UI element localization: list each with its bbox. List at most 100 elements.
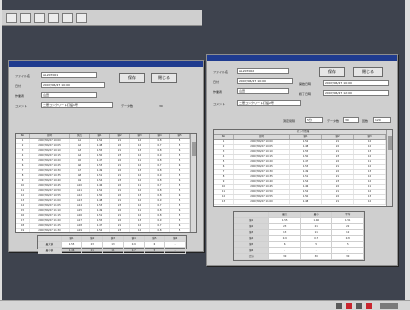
table-cell: 2007/06/27 10:50: [234, 190, 290, 194]
grid-header-cell[interactable]: 値1: [90, 134, 110, 138]
table-cell: A14: [70, 204, 90, 208]
table-cell: 13: [16, 199, 30, 203]
table-cell: 5: [170, 144, 190, 148]
table-cell: 17: [16, 219, 30, 223]
table-cell: 3: [16, 149, 30, 153]
new-icon[interactable]: [6, 13, 17, 23]
left-comment-label: コメント: [15, 104, 28, 108]
table-cell: 11: [354, 160, 386, 164]
taskbar: [0, 300, 410, 310]
summary-cell: 23: [82, 242, 104, 247]
left-window-titlebar[interactable]: [9, 61, 203, 67]
left-save-button[interactable]: 保存: [119, 73, 145, 83]
right-interval-field[interactable]: 5分: [305, 117, 323, 123]
summary-cell: 値4: [234, 236, 270, 241]
right-operator-field[interactable]: 山田: [237, 88, 289, 94]
table-cell: 5: [170, 214, 190, 218]
right-date-field[interactable]: 2007/06/27 10:00: [237, 78, 293, 84]
summary-header-cell: [234, 212, 270, 217]
table-cell: 2007/06/27 10:45: [234, 185, 290, 189]
grid-header-cell[interactable]: 値1: [290, 135, 322, 139]
left-operator-field[interactable]: 山田: [41, 92, 97, 98]
table-row[interactable]: 13 2007/06/27 11:00 1.48 21 12: [214, 200, 392, 205]
help-icon[interactable]: [76, 13, 87, 23]
grid-header-cell[interactable]: 日時: [30, 134, 70, 138]
summary-cell: 30: [301, 254, 333, 259]
table-cell: 2007/06/27 10:40: [30, 179, 70, 183]
left-date-field[interactable]: 2007/06/27 10:00: [41, 82, 105, 88]
table-cell: 22: [110, 159, 130, 163]
grid-header-cell[interactable]: 値4: [150, 134, 170, 138]
table-cell: A1: [70, 139, 90, 143]
summary-cell: 12: [332, 230, 364, 235]
right-file-name-field[interactable]: AL207002: [237, 68, 289, 74]
table-cell: 9: [214, 180, 234, 184]
right-window-titlebar[interactable]: [207, 55, 397, 61]
right-scroll-thumb[interactable]: [388, 136, 392, 150]
table-cell: 21: [110, 224, 130, 228]
table-cell: 0.9: [150, 174, 170, 178]
grid-header-cell[interactable]: 測点: [70, 134, 90, 138]
table-cell: 12: [130, 144, 150, 148]
right-save-button[interactable]: 保存: [319, 67, 345, 77]
left-scroll-thumb[interactable]: [192, 142, 196, 156]
table-row[interactable]: 19 2007/06/27 11:30 A19 1.52 23 12 0.8 5: [16, 229, 196, 232]
tray-alert-icon[interactable]: [346, 303, 352, 309]
table-cell: 21: [110, 174, 130, 178]
table-cell: 2007/06/27 10:10: [234, 150, 290, 154]
right-data-count-field[interactable]: 30: [343, 117, 359, 123]
right-end-date-field[interactable]: 2007/06/27 12:00: [323, 90, 389, 96]
grid-header-cell[interactable]: No: [214, 135, 234, 139]
tray-status-icon[interactable]: [366, 303, 372, 309]
table-cell: 22: [110, 144, 130, 148]
right-close-button[interactable]: 閉じる: [353, 67, 383, 77]
summary-cell: 0.9: [124, 242, 145, 247]
grid-header-cell[interactable]: 値3: [130, 134, 150, 138]
summary-cell: 0.8: [332, 236, 364, 241]
right-comment-field[interactable]: 二層コンクリート打設2号: [237, 100, 301, 106]
table-cell: 5: [170, 229, 190, 232]
edit-icon[interactable]: [62, 13, 73, 23]
summary-header-cell: 値3: [103, 236, 124, 241]
table-cell: 2007/06/27 10:55: [30, 194, 70, 198]
grid-header-cell[interactable]: 値2: [110, 134, 130, 138]
right-start-date-field[interactable]: 2007/06/27 10:00: [323, 80, 389, 86]
left-grid-scrollbar[interactable]: [190, 134, 196, 232]
table-cell: 22: [322, 170, 354, 174]
right-grid-scrollbar[interactable]: [386, 130, 392, 206]
left-close-button[interactable]: 閉じる: [151, 73, 177, 83]
clock[interactable]: [380, 303, 398, 309]
table-cell: 12: [354, 140, 386, 144]
grid-header-cell[interactable]: 日時: [234, 135, 290, 139]
table-cell: 1.47: [90, 224, 110, 228]
table-cell: 1.54: [290, 180, 322, 184]
table-cell: 6: [170, 194, 190, 198]
save-icon[interactable]: [34, 13, 45, 23]
left-file-name-field[interactable]: AL207001: [41, 72, 97, 78]
summary-cell: 23: [269, 224, 301, 229]
tray-network-icon[interactable]: [356, 303, 362, 309]
print-icon[interactable]: [48, 13, 59, 23]
table-cell: 0.9: [150, 219, 170, 223]
left-comment-field[interactable]: 二層コンクリート打設1号: [41, 102, 113, 108]
table-cell: 22: [322, 185, 354, 189]
table-cell: 0.8: [150, 169, 170, 173]
table-cell: 19: [16, 229, 30, 232]
grid-header-cell[interactable]: 値3: [354, 135, 386, 139]
summary-header-cell: 値6: [165, 236, 186, 241]
grid-header-cell[interactable]: No: [16, 134, 30, 138]
table-cell: 22: [110, 184, 130, 188]
open-icon[interactable]: [20, 13, 31, 23]
table-cell: 23: [110, 229, 130, 232]
right-count-field[interactable]: 120: [373, 117, 391, 123]
grid-header-cell[interactable]: 値2: [322, 135, 354, 139]
left-data-count-value: 30: [159, 104, 163, 108]
grid-header-cell[interactable]: 値5: [170, 134, 190, 138]
table-cell: 6: [170, 164, 190, 168]
summary-cell: 最小値: [38, 248, 62, 253]
table-cell: 12: [354, 145, 386, 149]
tray-icon[interactable]: [336, 303, 342, 309]
table-cell: 11: [130, 184, 150, 188]
table-cell: 2: [214, 145, 234, 149]
table-cell: 11: [354, 185, 386, 189]
